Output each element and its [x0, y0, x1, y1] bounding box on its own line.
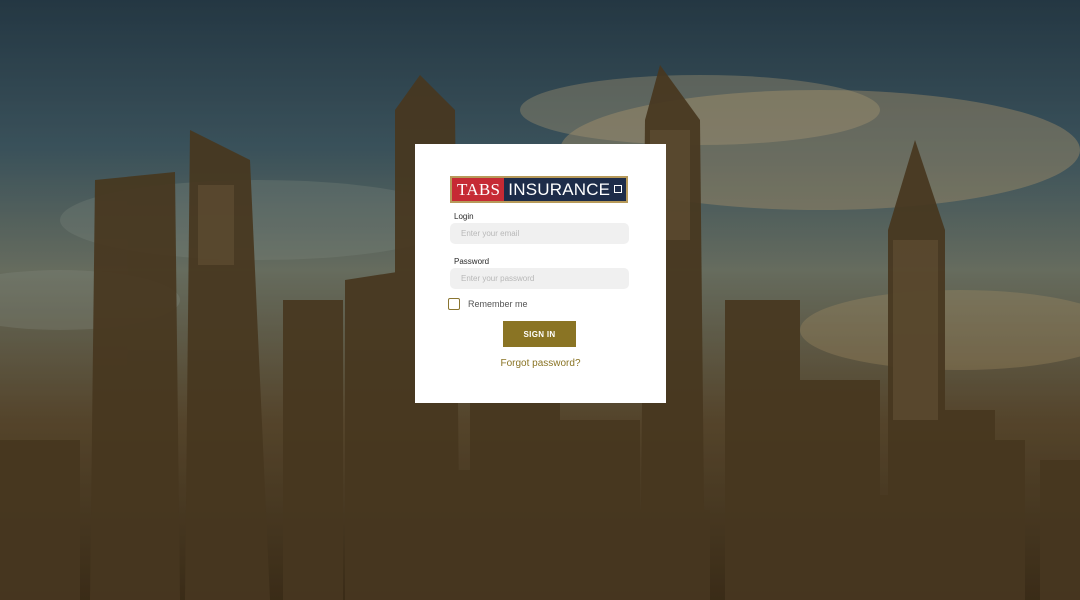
password-input[interactable] — [450, 268, 629, 289]
email-input[interactable] — [450, 223, 629, 244]
remember-me-toggle[interactable]: Remember me — [448, 298, 528, 310]
login-label: Login — [454, 212, 474, 221]
logo-text-right: INSURANCE — [504, 178, 626, 201]
brand-logo: TABS INSURANCE — [450, 176, 628, 203]
password-label: Password — [454, 257, 490, 266]
login-card: TABS INSURANCE Login Password Remember m… — [415, 144, 666, 403]
remember-me-label: Remember me — [468, 299, 528, 309]
logo-text-right-label: INSURANCE — [508, 180, 611, 199]
logo-emblem-icon — [614, 185, 622, 193]
forgot-password-label[interactable]: Forgot password? — [500, 358, 580, 369]
checkbox-unchecked-icon[interactable] — [448, 298, 460, 310]
logo-text-left: TABS — [452, 178, 505, 201]
forgot-password-link[interactable]: Forgot password? — [415, 358, 666, 369]
sign-in-button[interactable]: SIGN IN — [503, 321, 576, 347]
